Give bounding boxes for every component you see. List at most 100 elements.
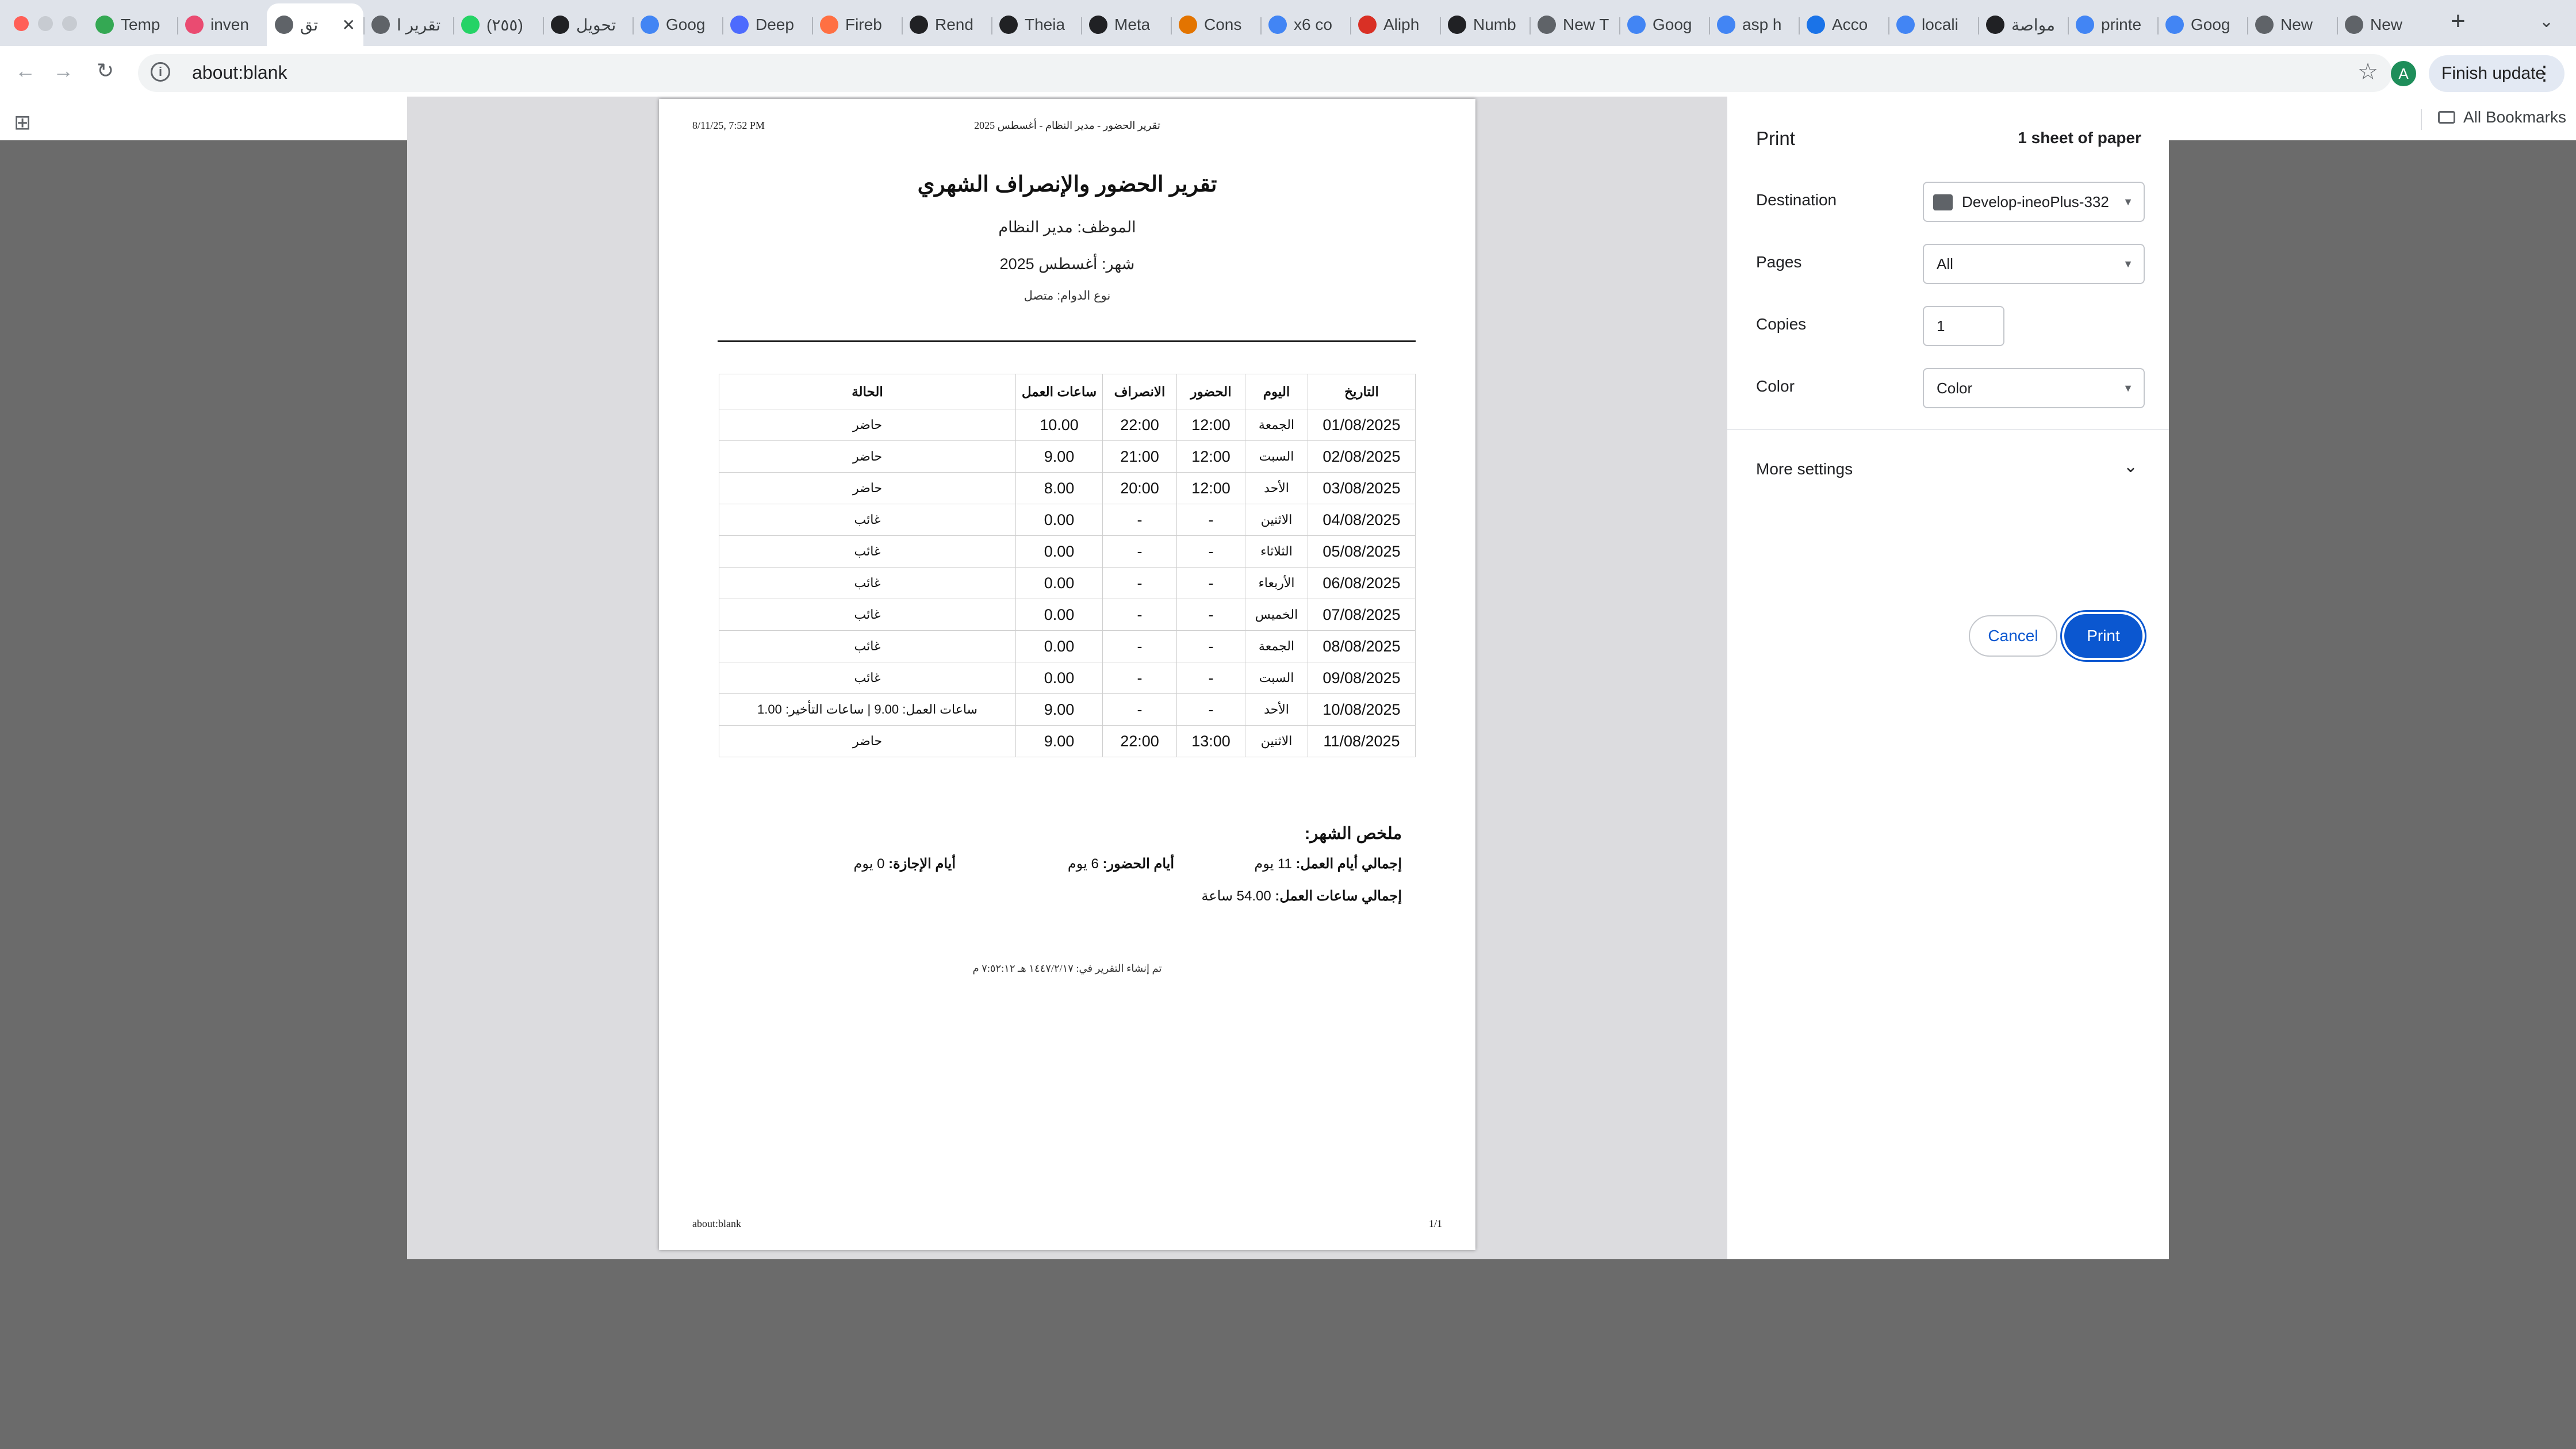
browser-tab[interactable]: x6 co (1260, 3, 1350, 46)
table-row: 03/08/2025 الأحد 12:00 20:00 8.00 حاضر (719, 472, 1416, 504)
address-bar[interactable]: i about:blank ☆ (138, 54, 2392, 92)
copies-input[interactable]: 1 (1923, 306, 2004, 346)
browser-tab[interactable]: Goog (2157, 3, 2247, 46)
browser-tab[interactable]: (٢٥٥) (453, 3, 543, 46)
cell-status: حاضر (719, 725, 1016, 757)
more-settings-toggle[interactable]: More settings (1756, 460, 1853, 478)
cell-status: حاضر (719, 472, 1016, 504)
cell-hours: 0.00 (1015, 630, 1103, 662)
browser-tab[interactable]: Rend (902, 3, 991, 46)
browser-tab[interactable]: Fireb (812, 3, 902, 46)
sheet-count: 1 sheet of paper (2018, 129, 2141, 147)
apps-grid-icon[interactable]: ⊞ (14, 110, 31, 135)
cell-check-in: - (1176, 693, 1245, 726)
maximize-window-icon[interactable] (62, 16, 77, 31)
address-bar-url[interactable]: about:blank (192, 62, 287, 83)
cell-check-in: - (1176, 599, 1245, 631)
cell-status: غائب (719, 504, 1016, 536)
destination-select[interactable]: Develop-ineoPlus-332 ▼ (1923, 182, 2145, 222)
browser-tab[interactable]: Temp (87, 3, 177, 46)
all-bookmarks-button[interactable]: All Bookmarks (2438, 108, 2566, 126)
summary-total-hours-label: إجمالي ساعات العمل: (1275, 888, 1402, 904)
cell-hours: 0.00 (1015, 599, 1103, 631)
browser-tab[interactable]: New (2247, 3, 2337, 46)
close-tab-icon[interactable]: ✕ (342, 16, 355, 34)
browser-tab[interactable]: Meta (1081, 3, 1171, 46)
cell-check-out: - (1102, 693, 1177, 726)
browser-tab[interactable]: Theia (991, 3, 1081, 46)
more-menu-icon[interactable]: ⋮ (2535, 55, 2554, 92)
back-icon[interactable]: ← (15, 59, 36, 83)
finish-update-button[interactable]: Finish update ⋮ (2429, 55, 2564, 92)
browser-tab[interactable]: Goog (632, 3, 722, 46)
forward-icon[interactable]: → (53, 59, 74, 83)
browser-tab[interactable]: New T (1529, 3, 1619, 46)
minimize-window-icon[interactable] (38, 16, 53, 31)
deepseek-icon (730, 16, 749, 34)
browser-tab[interactable]: تحويل (543, 3, 632, 46)
cell-hours: 9.00 (1015, 693, 1103, 726)
print-settings-panel: Print 1 sheet of paper Destination Devel… (1727, 97, 2169, 1259)
browser-tab[interactable]: locali (1888, 3, 1978, 46)
cell-date: 07/08/2025 (1308, 599, 1416, 631)
all-bookmarks-label: All Bookmarks (2463, 108, 2566, 126)
browser-tab[interactable]: Numb (1440, 3, 1529, 46)
browser-tab[interactable]: Deep (722, 3, 812, 46)
close-window-icon[interactable] (14, 16, 29, 31)
cell-hours: 9.00 (1015, 440, 1103, 473)
chevron-down-icon: ▼ (2123, 382, 2133, 394)
cell-check-in: - (1176, 662, 1245, 694)
browser-tab[interactable]: Goog (1619, 3, 1709, 46)
cell-check-in: - (1176, 535, 1245, 568)
copies-value: 1 (1937, 317, 1945, 335)
browser-tab[interactable]: Cons (1171, 3, 1260, 46)
tab-search-chevron-icon[interactable]: ⌄ (2539, 12, 2554, 32)
cell-check-in: 12:00 (1176, 440, 1245, 473)
cell-check-in: 12:00 (1176, 409, 1245, 441)
chevron-down-icon[interactable]: ⌄ (2123, 457, 2138, 477)
summary-total-days-label: إجمالي أيام العمل: (1295, 856, 1402, 872)
gemini-icon (2165, 16, 2184, 34)
cell-check-out: - (1102, 535, 1177, 568)
openai-icon (551, 16, 569, 34)
browser-tab[interactable]: inven (177, 3, 267, 46)
table-row: 05/08/2025 الثلاثاء - -0.00 غائب (719, 535, 1416, 568)
pages-select[interactable]: All ▼ (1923, 244, 2145, 284)
color-value: Color (1937, 379, 1973, 397)
tab-label: Temp (121, 16, 160, 33)
reload-icon[interactable]: ↻ (97, 59, 114, 83)
summary-present-days-label: أيام الحضور: (1102, 856, 1174, 872)
report-shift-type: نوع الدوام: متصل (1023, 289, 1111, 302)
cancel-button[interactable]: Cancel (1969, 615, 2057, 657)
tab-label: Meta (1114, 16, 1151, 33)
report-month: شهر: أغسطس 2025 (999, 255, 1135, 273)
browser-tab[interactable]: Aliph (1350, 3, 1440, 46)
summary-total-days-value: 11 يوم (1254, 856, 1292, 872)
browser-tab[interactable]: Acco (1799, 3, 1888, 46)
browser-tab[interactable]: مواصة (1978, 3, 2068, 46)
pages-value: All (1937, 255, 1953, 273)
chevron-down-icon: ▼ (2123, 258, 2133, 270)
google-icon (2076, 16, 2094, 34)
browser-tab[interactable]: printe (2068, 3, 2157, 46)
tab-label: Acco (1832, 16, 1868, 33)
profile-avatar[interactable]: A (2391, 61, 2416, 86)
tab-label: New (2280, 16, 2313, 33)
cell-check-out: 22:00 (1102, 725, 1177, 757)
browser-tab[interactable]: تق ✕ (267, 3, 363, 46)
browser-tab[interactable]: New (2337, 3, 2426, 46)
new-tab-icon[interactable]: + (2451, 7, 2466, 36)
browser-tab[interactable]: asp h (1709, 3, 1799, 46)
print-button[interactable]: Print (2064, 614, 2142, 658)
attendance-table: التاريخ اليوم الحضور الانصراف ساعات العم… (719, 374, 1416, 757)
cell-check-in: 12:00 (1176, 472, 1245, 504)
site-info-icon[interactable]: i (151, 62, 170, 82)
browser-tab[interactable]: تقرير ا (363, 3, 453, 46)
cell-day: السبت (1245, 662, 1308, 694)
cell-day: الثلاثاء (1245, 535, 1308, 568)
cell-check-in: - (1176, 630, 1245, 662)
summary-title: ملخص الشهر: (1304, 825, 1402, 843)
bookmark-star-icon[interactable]: ☆ (2358, 59, 2378, 85)
cell-day: الاثنين (1245, 504, 1308, 536)
color-select[interactable]: Color ▼ (1923, 368, 2145, 408)
